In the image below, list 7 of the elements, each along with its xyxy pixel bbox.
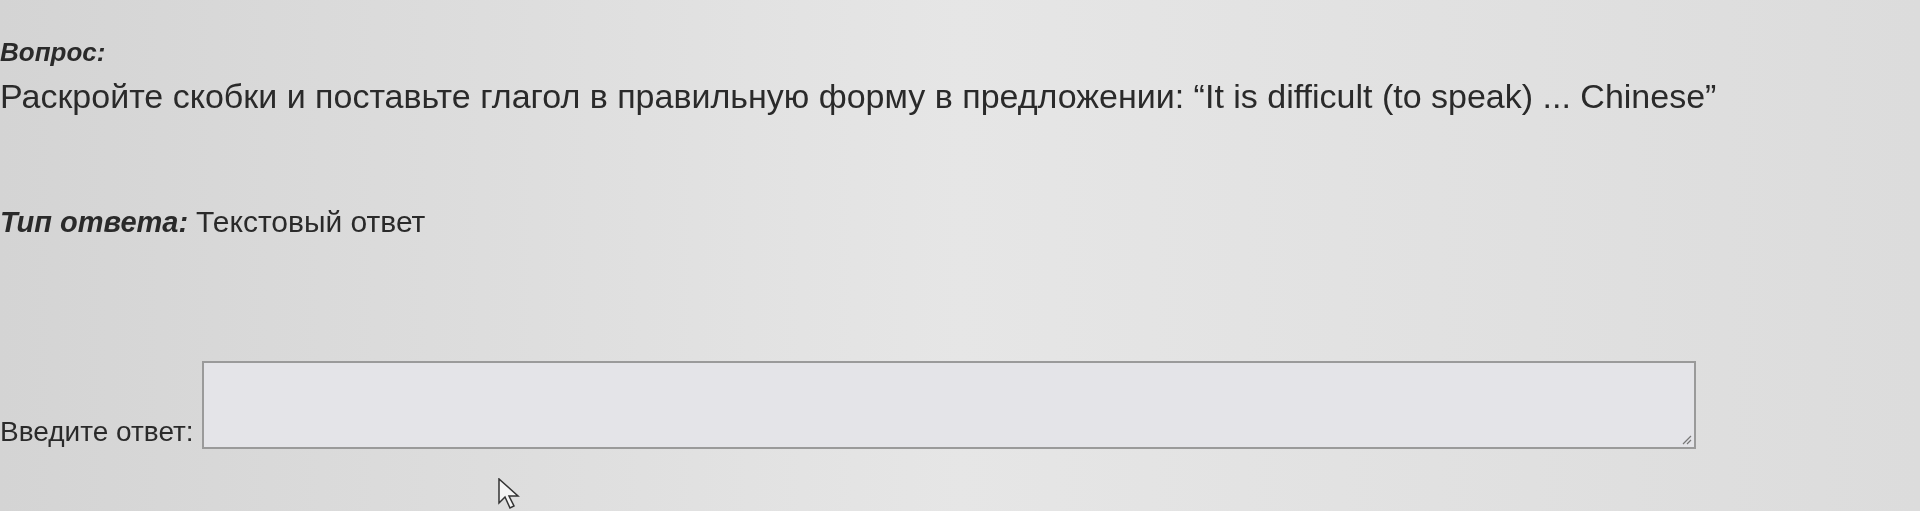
question-text: Раскройте скобки и поставьте глагол в правильную форму в предложении: “It is difficult (to speak) ... Chinese” [0, 75, 1718, 117]
question-label: Вопрос: [0, 36, 107, 69]
answer-type-value: Текстовый ответ [196, 204, 426, 240]
answer-type-label: Тип ответа: [0, 205, 189, 240]
answer-label: Введите ответ: [0, 414, 194, 449]
answer-field[interactable] [201, 360, 1696, 449]
mouse-cursor-icon [497, 478, 523, 510]
